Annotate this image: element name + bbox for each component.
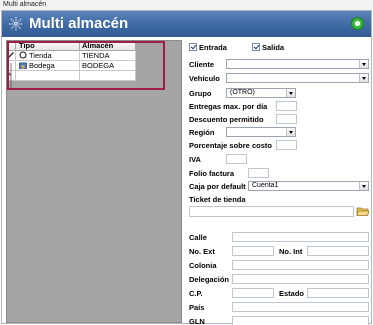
caja-select[interactable]: Cuenta1 [248, 181, 369, 191]
caja-value: Cuenta1 [252, 182, 279, 189]
iva-label: IVA [189, 155, 201, 164]
entregas-input[interactable] [276, 101, 297, 111]
column-header-almacen[interactable]: Almacén [80, 41, 136, 51]
header-bar: Multi almacén [2, 11, 371, 37]
table-row[interactable]: Tienda TIENDA [7, 51, 181, 61]
asterisk-logo-icon [9, 17, 23, 31]
colonia-input[interactable] [232, 260, 369, 270]
cliente-label: Cliente [189, 60, 215, 69]
delegacion-label: Delegación [189, 275, 230, 284]
grid-header-filler [136, 41, 181, 51]
chevron-down-icon [359, 74, 368, 82]
calle-label: Calle [189, 233, 207, 242]
grupo-label: Grupo [189, 89, 212, 98]
salida-checkbox[interactable] [252, 43, 260, 51]
cell-almacen[interactable]: BODEGA [80, 61, 136, 71]
calle-input[interactable] [232, 232, 369, 242]
delegacion-input[interactable] [232, 274, 369, 284]
grid-header-row: Tipo Almacén [7, 41, 181, 51]
new-row[interactable]: * [7, 71, 181, 81]
vehiculo-label: Vehículo [189, 74, 220, 83]
iva-input[interactable] [226, 154, 247, 164]
gln-input[interactable] [232, 316, 369, 325]
warehouse-grid-panel[interactable]: Tipo Almacén Tienda TIENDA Bodega BODEGA… [6, 40, 182, 323]
ticket-input[interactable] [189, 206, 354, 217]
cell-tipo-text: Tienda [29, 51, 52, 60]
porcentaje-input[interactable] [276, 140, 297, 150]
pais-label: País [189, 303, 205, 312]
chevron-down-icon [359, 182, 368, 190]
entrada-label: Entrada [199, 43, 227, 52]
noint-input[interactable] [307, 246, 369, 256]
gln-label: GLN [189, 317, 205, 325]
noext-label: No. Ext [189, 247, 215, 256]
ticket-label: Ticket de tienda [189, 195, 246, 204]
entregas-label: Entregas max. por día [189, 102, 268, 111]
grupo-select[interactable]: (OTRO) [226, 88, 296, 98]
row-indicator-icon [10, 63, 12, 88]
row-filler [136, 61, 181, 71]
cp-label: C.P. [189, 289, 203, 298]
edit-pencil-icon [8, 52, 14, 59]
noint-label: No. Int [279, 247, 303, 256]
porcentaje-label: Porcentaje sobre costo [189, 141, 272, 150]
page-title: Multi almacén [29, 15, 129, 32]
cp-input[interactable] [232, 288, 274, 298]
entrada-checkbox[interactable] [189, 43, 197, 51]
new-cell-almacen[interactable] [80, 71, 136, 81]
table-row[interactable]: Bodega BODEGA [7, 61, 181, 71]
column-header-tipo[interactable]: Tipo [16, 41, 80, 51]
cliente-select[interactable] [226, 59, 369, 69]
salida-label: Salida [262, 43, 285, 52]
green-status-icon[interactable] [351, 17, 364, 30]
chevron-down-icon [286, 89, 295, 97]
cell-tipo[interactable]: Tienda [16, 51, 80, 61]
folio-input[interactable] [248, 168, 269, 178]
new-cell-tipo[interactable] [16, 71, 80, 81]
circle-icon [19, 51, 27, 59]
row-filler [136, 51, 181, 61]
cell-almacen[interactable]: TIENDA [80, 51, 136, 61]
caja-label: Caja por default [189, 182, 246, 191]
warehouse-icon [19, 62, 27, 69]
folder-open-icon[interactable] [356, 206, 370, 217]
colonia-label: Colonia [189, 261, 217, 270]
descuento-input[interactable] [276, 114, 297, 124]
chevron-down-icon [359, 60, 368, 68]
estado-label: Estado [279, 289, 305, 298]
folio-label: Folio factura [189, 169, 235, 178]
row-filler [136, 71, 181, 81]
region-select[interactable] [226, 127, 296, 137]
pais-input[interactable] [232, 302, 369, 312]
chevron-down-icon [286, 128, 295, 136]
noext-input[interactable] [232, 246, 274, 256]
estado-input[interactable] [307, 288, 369, 298]
app-frame: Multi almacén Tipo Almacén Tienda TIENDA… [1, 10, 373, 325]
grid-corner-cell [7, 41, 16, 51]
cell-tipo[interactable]: Bodega [16, 61, 80, 71]
row-selector[interactable] [7, 51, 16, 61]
vehiculo-select[interactable] [226, 73, 369, 83]
warehouse-form: Entrada Salida Cliente Vehículo Grupo (O… [188, 40, 373, 325]
grupo-value: (OTRO) [230, 89, 255, 96]
cell-tipo-text: Bodega [29, 61, 55, 70]
region-label: Región [189, 128, 215, 137]
window-title: Multi almacén [0, 0, 373, 10]
descuento-label: Descuento permitido [189, 115, 264, 124]
